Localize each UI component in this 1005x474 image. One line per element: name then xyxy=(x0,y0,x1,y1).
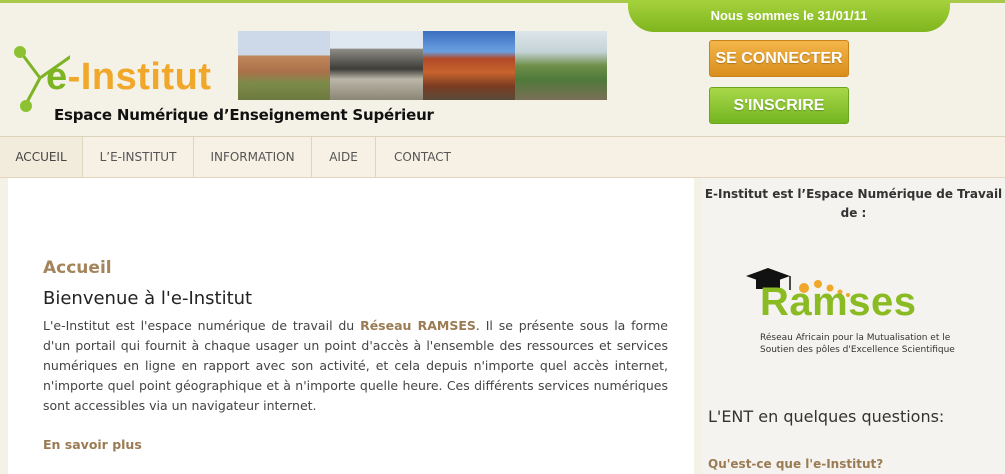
section-title: Accueil xyxy=(43,258,112,278)
campus-photo xyxy=(238,31,331,100)
sidebar-title-line2: de : xyxy=(840,206,867,220)
nav-aide[interactable]: AIDE xyxy=(312,137,376,177)
date-banner: Nous sommes le 31/01/11 xyxy=(628,0,950,32)
read-more-link[interactable]: En savoir plus xyxy=(43,437,142,452)
nav-contact[interactable]: CONTACT xyxy=(376,137,469,177)
logo-wordmark: e-Institut xyxy=(46,58,211,96)
building-photo xyxy=(330,31,423,100)
sidebar: E-Institut est l’Espace Numérique de Tra… xyxy=(702,178,1005,474)
header-photo-strip xyxy=(238,31,607,100)
sidebar-title-line1: E-Institut est l’Espace Numérique de Tra… xyxy=(704,187,1003,201)
ramses-logo[interactable]: Ramses Réseau Africain pour la Mutualisa… xyxy=(746,268,966,368)
main-content: Accueil Bienvenue à l'e-Institut L'e-Ins… xyxy=(8,178,694,474)
ramses-subtitle-line2: Soutien des pôles d'Excellence Scientifi… xyxy=(760,345,955,355)
intro-paragraph: L'e-Institut est l'espace numérique de t… xyxy=(43,316,668,416)
signup-button[interactable]: S'INSCRIRE xyxy=(709,87,849,124)
ramses-subtitle-line1: Réseau Africain pour la Mutualisation et… xyxy=(760,333,951,343)
ramses-network-link[interactable]: Réseau RAMSES xyxy=(360,318,476,333)
logo-name: -Institut xyxy=(67,56,212,98)
ramses-subtitle: Réseau Africain pour la Mutualisation et… xyxy=(760,332,955,356)
nav-e-institut[interactable]: L’E-INSTITUT xyxy=(83,137,194,177)
intro-text-start: L'e-Institut est l'espace numérique de t… xyxy=(43,318,361,333)
faq-heading: L'ENT en quelques questions: xyxy=(708,407,945,426)
nav-information[interactable]: INFORMATION xyxy=(194,137,312,177)
institute-photo xyxy=(422,31,515,100)
sidebar-title: E-Institut est l’Espace Numérique de Tra… xyxy=(702,185,1005,223)
login-button[interactable]: SE CONNECTER xyxy=(709,40,849,77)
nav-accueil[interactable]: ACCUEIL xyxy=(0,137,83,177)
faq-link-what-is[interactable]: Qu'est-ce que l'e-Institut? xyxy=(708,457,883,471)
site-tagline: Espace Numérique d’Enseignement Supérieu… xyxy=(54,106,434,124)
logo-prefix: e xyxy=(46,56,68,98)
flags-photo xyxy=(514,31,607,100)
main-nav: ACCUEIL L’E-INSTITUT INFORMATION AIDE CO… xyxy=(0,136,1005,178)
ramses-wordmark: Ramses xyxy=(760,280,917,324)
welcome-title: Bienvenue à l'e-Institut xyxy=(43,288,253,309)
